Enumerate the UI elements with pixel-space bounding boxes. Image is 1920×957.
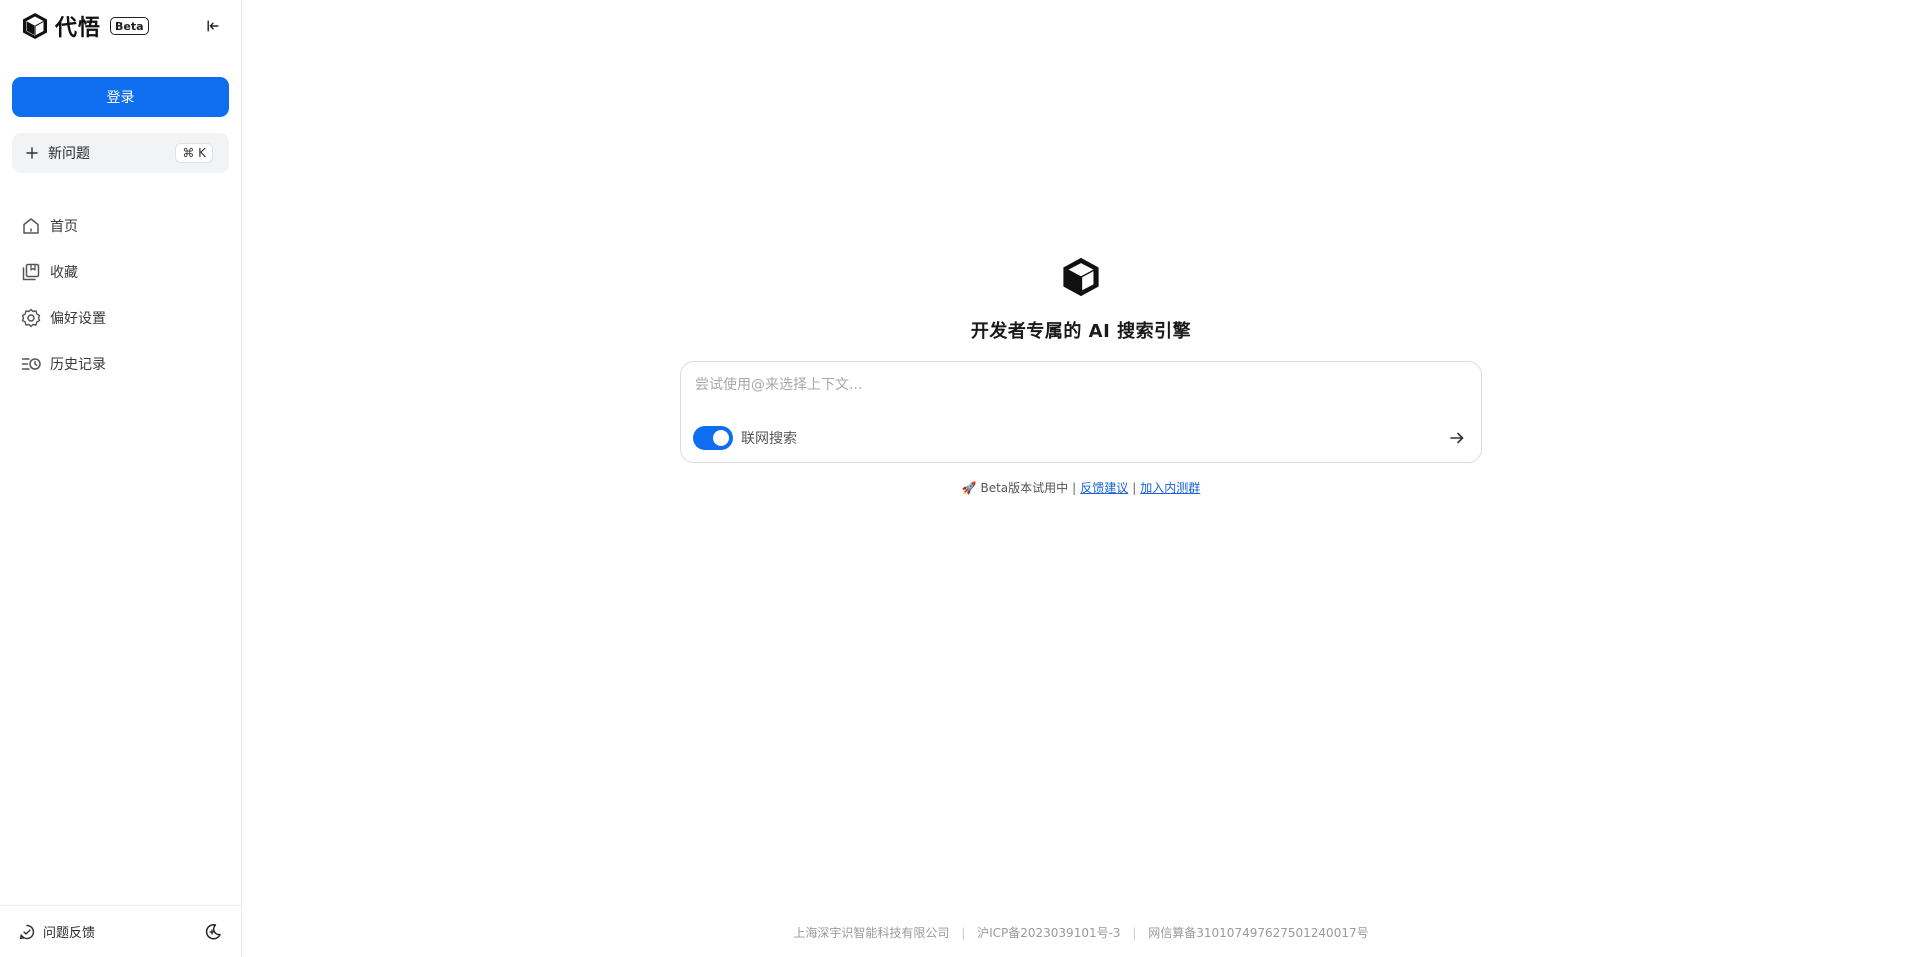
sidebar-item-label: 历史记录 bbox=[50, 357, 106, 373]
feedback-icon bbox=[18, 923, 36, 941]
sidebar-item-history[interactable]: 历史记录 bbox=[0, 341, 241, 387]
sidebar: 代悟 Beta 登录 新问题 ⌘ K 首页 收藏 偏好设置 历史记录 问题反馈 bbox=[0, 0, 242, 957]
shortcut-badge: ⌘ K bbox=[175, 143, 213, 163]
search-input[interactable] bbox=[695, 372, 1467, 398]
join-beta-group-link[interactable]: 加入内测群 bbox=[1140, 479, 1200, 496]
toggle-knob bbox=[713, 430, 729, 446]
page-footer: 上海深宇识智能科技有限公司 | 沪ICP备2023039101号-3 | 网信算… bbox=[242, 924, 1920, 941]
new-question-button[interactable]: 新问题 ⌘ K bbox=[12, 133, 229, 173]
sidebar-nav: 首页 收藏 偏好设置 历史记录 bbox=[0, 203, 241, 387]
beta-note: 🚀 Beta版本试用中 | 反馈建议 | 加入内测群 bbox=[962, 479, 1201, 496]
new-question-label: 新问题 bbox=[48, 146, 90, 162]
company-name: 上海深宇识智能科技有限公司 bbox=[793, 926, 950, 940]
beta-note-text: 🚀 Beta版本试用中 bbox=[961, 481, 1069, 495]
brand-name: 代悟 bbox=[55, 16, 102, 41]
search-box: 联网搜索 bbox=[680, 361, 1482, 463]
collapse-sidebar-icon[interactable] bbox=[203, 16, 223, 36]
plus-icon bbox=[24, 145, 40, 161]
feedback-button[interactable]: 问题反馈 bbox=[18, 922, 95, 941]
separator: | bbox=[1132, 480, 1137, 495]
sidebar-item-preferences[interactable]: 偏好设置 bbox=[0, 295, 241, 341]
sidebar-footer: 问题反馈 bbox=[0, 905, 241, 957]
sidebar-item-label: 收藏 bbox=[50, 265, 78, 281]
brand-header: 代悟 Beta bbox=[0, 0, 241, 52]
sidebar-item-bookmarks[interactable]: 收藏 bbox=[0, 249, 241, 295]
login-button[interactable]: 登录 bbox=[12, 77, 229, 117]
history-icon bbox=[20, 353, 42, 375]
feedback-label: 问题反馈 bbox=[43, 926, 96, 941]
cube-logo-icon bbox=[20, 11, 50, 41]
bookmark-icon bbox=[20, 261, 42, 283]
separator: | bbox=[1072, 480, 1077, 495]
cube-logo-icon bbox=[1059, 255, 1103, 299]
icp-number[interactable]: 沪ICP备2023039101号-3 bbox=[977, 926, 1120, 940]
home-icon bbox=[20, 215, 42, 237]
sidebar-item-home[interactable]: 首页 bbox=[0, 203, 241, 249]
web-search-label: 联网搜索 bbox=[741, 431, 797, 447]
main-area: 开发者专属的 AI 搜索引擎 联网搜索 🚀 Beta版本试用 bbox=[242, 0, 1920, 957]
app-root: 代悟 Beta 登录 新问题 ⌘ K 首页 收藏 偏好设置 历史记录 问题反馈 … bbox=[0, 0, 1920, 957]
sidebar-item-label: 偏好设置 bbox=[50, 311, 106, 327]
theme-toggle-icon[interactable] bbox=[203, 922, 223, 942]
page-title: 开发者专属的 AI 搜索引擎 bbox=[970, 321, 1192, 342]
gear-icon bbox=[20, 307, 42, 329]
hero: 开发者专属的 AI 搜索引擎 联网搜索 🚀 Beta版本试用 bbox=[680, 255, 1482, 496]
sidebar-item-label: 首页 bbox=[50, 219, 78, 235]
separator: | bbox=[961, 926, 966, 940]
separator: | bbox=[1132, 926, 1137, 940]
web-search-row: 联网搜索 bbox=[693, 426, 797, 450]
send-arrow-icon[interactable] bbox=[1447, 428, 1467, 448]
beta-badge: Beta bbox=[110, 17, 149, 35]
algorithm-filing-number[interactable]: 网信算备310107497627501240017号 bbox=[1148, 926, 1368, 940]
feedback-link[interactable]: 反馈建议 bbox=[1080, 479, 1128, 496]
web-search-toggle[interactable] bbox=[693, 426, 733, 450]
